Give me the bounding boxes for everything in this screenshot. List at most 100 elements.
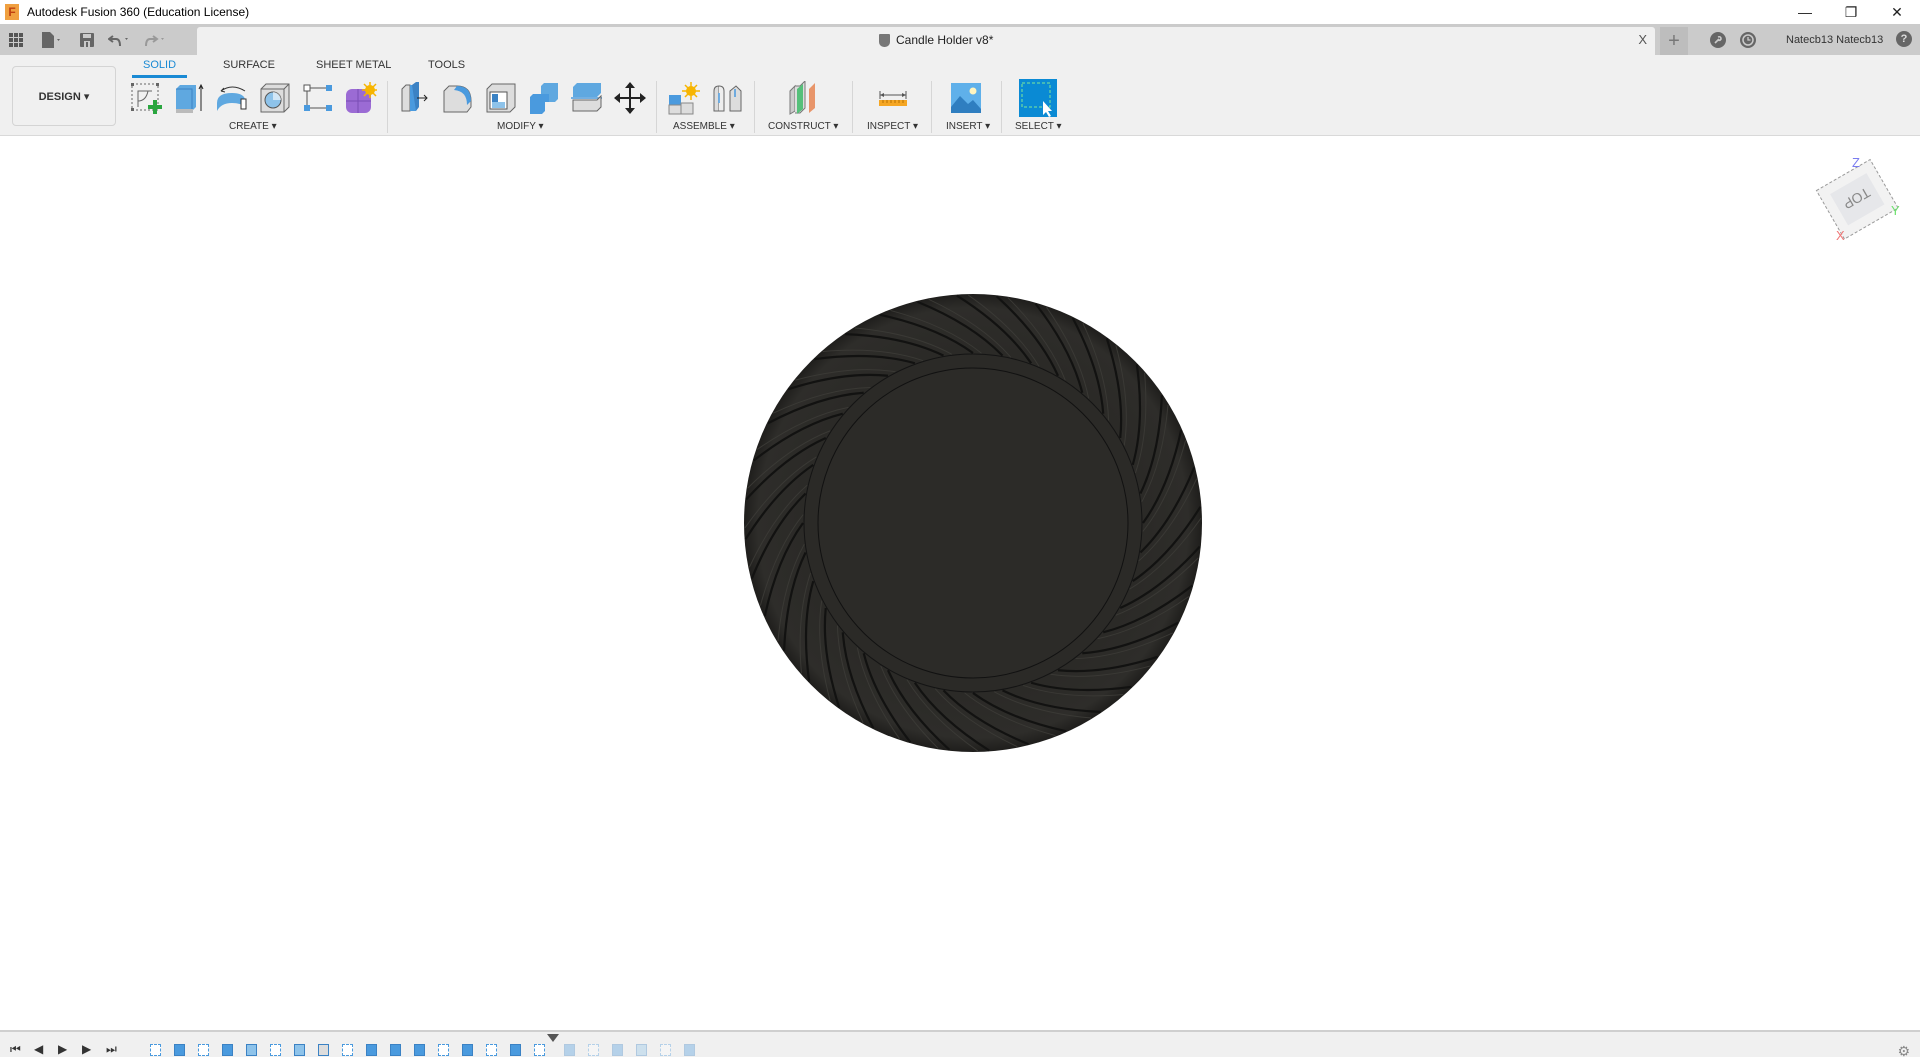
toolbar-ribbon: DESIGN ▾ SOLID SURFACE SHEET METAL TOOLS… (0, 55, 1920, 136)
revolve-icon[interactable] (215, 81, 249, 115)
close-window-button[interactable]: ✕ (1874, 0, 1920, 24)
app-title: Autodesk Fusion 360 (Education License) (27, 5, 250, 19)
help-button[interactable]: ? (1896, 31, 1912, 47)
save-icon (80, 32, 94, 47)
undo-button[interactable] (102, 24, 138, 55)
timeline-feature-extrude[interactable] (612, 1044, 623, 1056)
axis-x-label: X (1836, 228, 1845, 243)
user-account-menu[interactable]: Natecb13 Natecb13 (1786, 34, 1883, 46)
fillet-icon[interactable] (441, 81, 475, 115)
create-form-icon[interactable] (343, 81, 377, 115)
restore-button[interactable]: ❐ (1828, 0, 1874, 24)
close-tab-button[interactable]: X (1638, 32, 1647, 47)
new-component-icon[interactable] (667, 81, 701, 115)
timeline-feature-extrude[interactable] (366, 1044, 377, 1056)
divider (931, 81, 932, 133)
timeline-go-to-start[interactable]: ⏮ (10, 1042, 21, 1057)
insert-menu[interactable]: INSERT ▾ (946, 121, 990, 132)
timeline-play[interactable]: ▶ (58, 1042, 67, 1056)
divider (387, 81, 388, 133)
timeline-bar: ⏮ ◀ ▶ ▶ ⏭ ⚙ (0, 1030, 1920, 1060)
select-icon[interactable] (1019, 79, 1057, 117)
new-tab-button[interactable]: + (1660, 27, 1688, 55)
timeline-feature-extrude[interactable] (222, 1044, 233, 1056)
timeline-feature-combine[interactable] (462, 1044, 473, 1056)
timeline-go-to-end[interactable]: ⏭ (106, 1042, 117, 1057)
timeline-feature-pattern[interactable] (390, 1044, 401, 1056)
shell-icon[interactable] (484, 81, 518, 115)
tab-surface[interactable]: SURFACE (223, 59, 275, 71)
timeline-feature-sketch[interactable] (660, 1044, 671, 1056)
timeline-feature-sketch[interactable] (486, 1044, 497, 1056)
timeline-feature-extrude[interactable] (564, 1044, 575, 1056)
timeline-feature-sketch[interactable] (588, 1044, 599, 1056)
assemble-menu[interactable]: ASSEMBLE ▾ (673, 121, 735, 132)
timeline-feature-revolve[interactable] (294, 1044, 305, 1056)
press-pull-icon[interactable] (399, 81, 433, 115)
timeline-feature-revolve[interactable] (246, 1044, 257, 1056)
timeline-feature-sketch[interactable] (342, 1044, 353, 1056)
file-icon (42, 31, 60, 48)
modify-menu[interactable]: MODIFY ▾ (497, 121, 544, 132)
timeline-feature-combine[interactable] (414, 1044, 425, 1056)
model-inner-disc (817, 367, 1129, 679)
redo-icon (145, 34, 164, 46)
timeline-feature-sketch[interactable] (198, 1044, 209, 1056)
joint-icon[interactable] (710, 81, 744, 115)
job-status-clock-icon[interactable] (1740, 31, 1756, 48)
3d-viewport-canvas[interactable]: TOP Z Y X (0, 137, 1920, 1030)
timeline-feature-sketch[interactable] (438, 1044, 449, 1056)
workspace-switcher-design[interactable]: DESIGN ▾ (12, 66, 116, 126)
timeline-marker-handle[interactable] (547, 1034, 559, 1042)
redo-button[interactable] (138, 24, 174, 55)
combine-icon[interactable] (527, 81, 561, 115)
timeline-feature-shell[interactable] (318, 1044, 329, 1056)
construct-menu[interactable]: CONSTRUCT ▾ (768, 121, 838, 132)
rectangular-pattern-icon[interactable] (301, 81, 335, 115)
document-tab[interactable]: Candle Holder v8* X (197, 27, 1655, 55)
timeline-step-forward[interactable]: ▶ (82, 1042, 91, 1056)
timeline-feature-extrude[interactable] (510, 1044, 521, 1056)
move-copy-icon[interactable] (613, 81, 647, 115)
inspect-menu[interactable]: INSPECT ▾ (867, 121, 918, 132)
divider (656, 81, 657, 133)
extensions-icon[interactable] (1710, 31, 1726, 48)
document-title: Candle Holder v8* (896, 33, 994, 47)
timeline-feature-revolve[interactable] (636, 1044, 647, 1056)
quick-access-toolbar (0, 24, 174, 55)
title-bar: F Autodesk Fusion 360 (Education License… (0, 0, 1920, 24)
viewcube[interactable]: TOP Z Y X (1800, 140, 1920, 260)
file-menu-button[interactable] (32, 24, 72, 55)
timeline-feature-extrude[interactable] (684, 1044, 695, 1056)
split-body-icon[interactable] (570, 81, 604, 115)
measure-icon[interactable] (876, 81, 910, 115)
minimize-button[interactable]: — (1782, 0, 1828, 24)
divider (1001, 81, 1002, 133)
tab-tools[interactable]: TOOLS (428, 59, 465, 71)
grid-icon (9, 32, 23, 47)
offset-plane-icon[interactable] (787, 81, 821, 115)
timeline-feature-extrude[interactable] (174, 1044, 185, 1056)
extrude-icon[interactable] (172, 81, 206, 115)
timeline-feature-sketch[interactable] (150, 1044, 161, 1056)
fusion-logo-icon: F (5, 4, 19, 20)
timeline-settings-gear-icon[interactable]: ⚙ (1897, 1043, 1910, 1060)
tab-sheet-metal[interactable]: SHEET METAL (316, 59, 391, 71)
insert-image-icon[interactable] (949, 81, 983, 115)
hole-icon[interactable] (258, 81, 292, 115)
data-panel-button[interactable] (0, 24, 32, 55)
divider (852, 81, 853, 133)
divider (754, 81, 755, 133)
select-menu[interactable]: SELECT ▾ (1015, 121, 1062, 132)
tab-solid[interactable]: SOLID (143, 59, 176, 71)
component-icon (879, 33, 890, 47)
candle-holder-model[interactable] (0, 137, 1920, 1030)
undo-icon (108, 34, 128, 46)
save-button[interactable] (72, 24, 102, 55)
create-sketch-icon[interactable] (130, 81, 164, 115)
axis-z-label: Z (1852, 155, 1860, 170)
timeline-step-back[interactable]: ◀ (34, 1042, 43, 1056)
timeline-feature-sketch[interactable] (534, 1044, 545, 1056)
timeline-feature-sketch[interactable] (270, 1044, 281, 1056)
create-menu[interactable]: CREATE ▾ (229, 121, 277, 132)
